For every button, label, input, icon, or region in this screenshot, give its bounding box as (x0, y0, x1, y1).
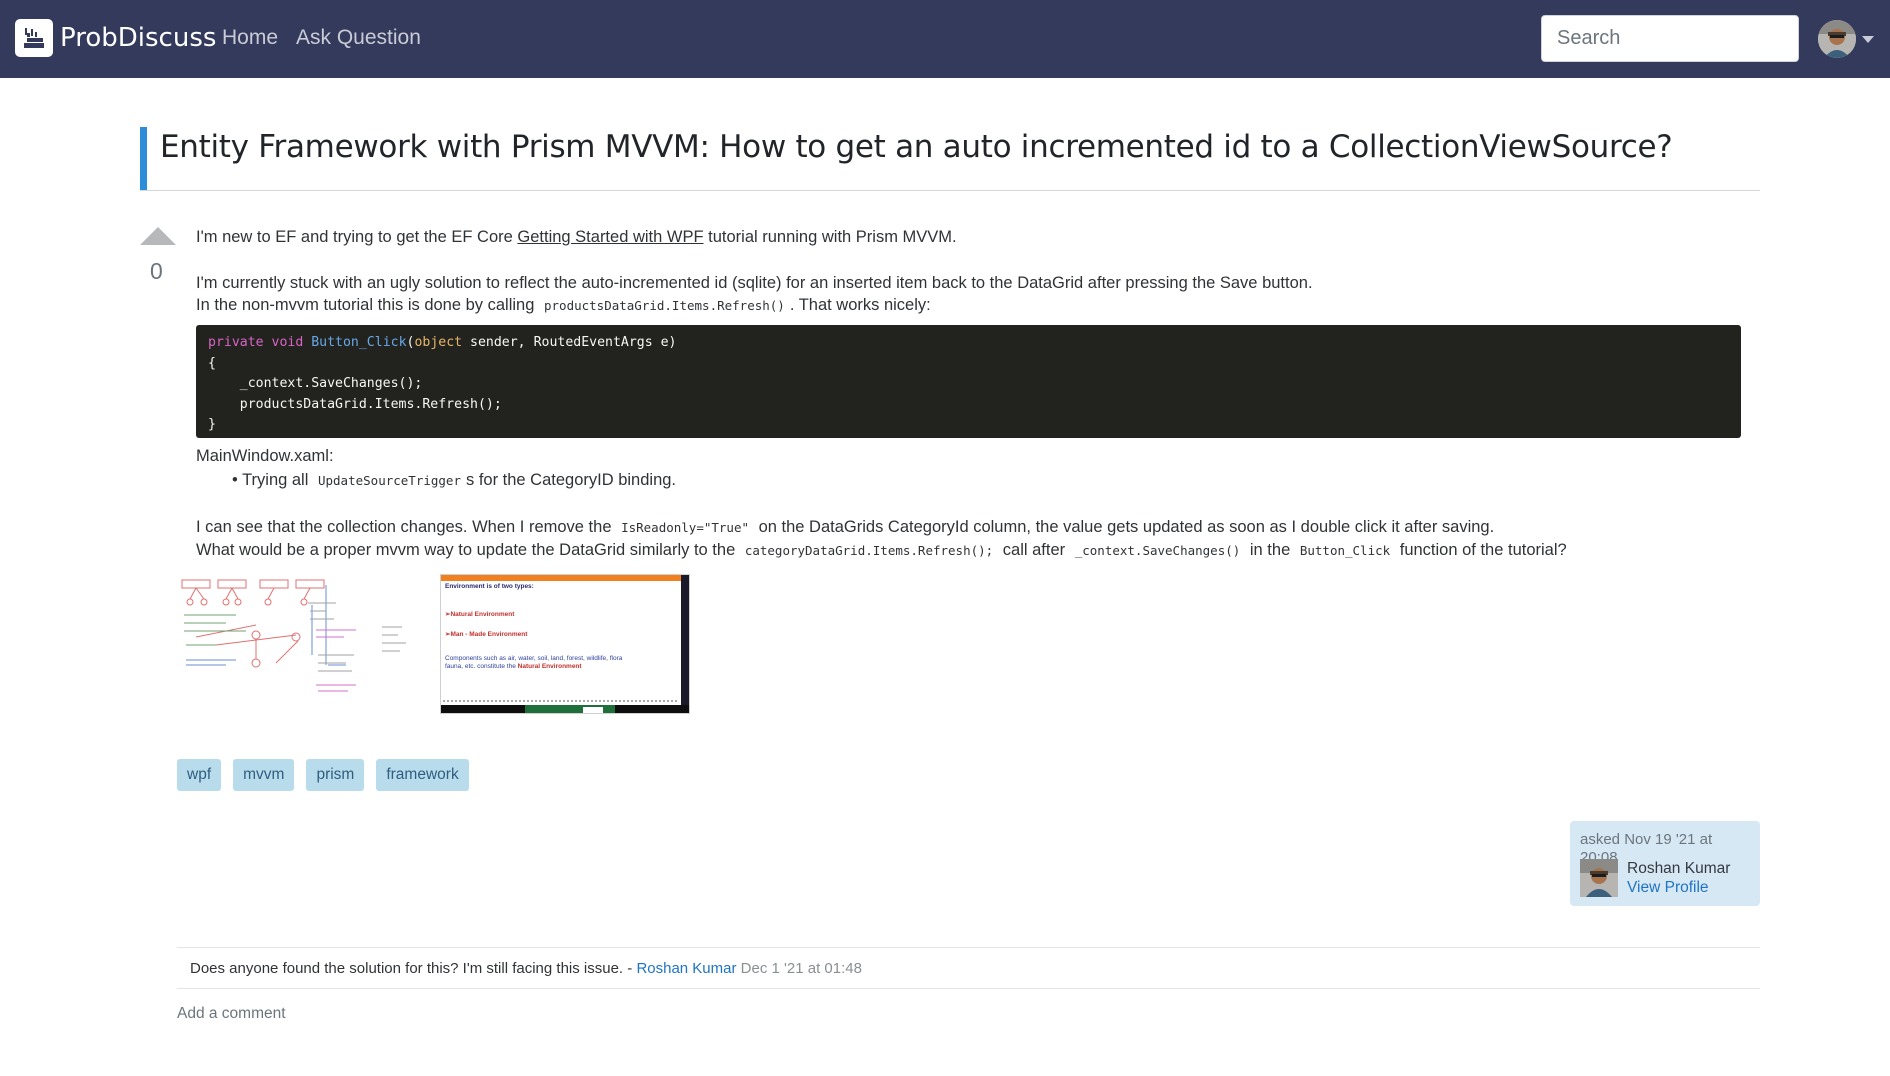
slide-item: ➢Man - Made Environment (445, 631, 528, 638)
comment-author-link[interactable]: Roshan Kumar (636, 960, 736, 977)
tag-wpf[interactable]: wpf (177, 759, 222, 791)
body-text: I can see that the collection changes. W… (196, 518, 617, 536)
slide-text: Components such as air, water, soil, lan… (445, 655, 623, 662)
comment: Does anyone found the solution for this?… (190, 960, 862, 977)
body-text: tutorial running with Prism MVVM. (703, 228, 957, 246)
search-input[interactable] (1541, 15, 1799, 62)
body-text: . That works nicely: (789, 296, 931, 314)
body-paragraph: I can see that the collection changes. W… (196, 516, 1494, 539)
question-header: Entity Framework with Prism MVVM: How to… (140, 127, 1760, 191)
inline-code: categoryDataGrid.Items.Refresh(); (744, 543, 994, 558)
divider (177, 947, 1760, 948)
top-navbar: ProbDiscuss Home Ask Question (0, 0, 1890, 78)
vote-count: 0 (150, 258, 163, 284)
brand-name: ProbDiscuss (60, 23, 217, 53)
code-text: sender, RoutedEventArgs e) (462, 335, 677, 350)
user-menu-toggle[interactable] (1818, 20, 1874, 58)
asked-user-info: Roshan Kumar View Profile (1627, 859, 1730, 897)
body-paragraph: MainWindow.xaml: (196, 447, 334, 465)
code-line: _context.SaveChanges(); (208, 376, 423, 391)
code-keyword: private void (208, 335, 304, 350)
tag-framework[interactable]: framework (376, 759, 469, 791)
add-comment-link[interactable]: Add a comment (177, 1005, 286, 1023)
body-paragraph: In the non-mvvm tutorial this is done by… (196, 294, 931, 317)
body-text: on the DataGrids CategoryId column, the … (754, 518, 1495, 536)
body-paragraph: What would be a proper mvvm way to updat… (196, 539, 1567, 562)
body-text: I'm new to EF and trying to get the EF C… (196, 228, 518, 246)
slide-heading: Environment is of two types: (445, 583, 534, 590)
page-title: Entity Framework with Prism MVVM: How to… (160, 129, 1673, 165)
code-line: productsDataGrid.Items.Refresh(); (208, 396, 502, 412)
body-paragraph: I'm new to EF and trying to get the EF C… (196, 226, 957, 248)
body-text: • Trying all (232, 471, 313, 489)
comment-timestamp: Dec 1 '21 at 01:48 (740, 960, 862, 977)
attached-slide-image[interactable]: Environment is of two types: ➢Natural En… (440, 574, 690, 714)
body-text: function of the tutorial? (1395, 541, 1567, 559)
slide-item: ➢Natural Environment (445, 611, 515, 618)
body-text: s for the CategoryID binding. (465, 471, 677, 489)
inline-code: _context.SaveChanges() (1074, 543, 1241, 558)
inline-code: Button_Click (1299, 543, 1391, 558)
slide-text: fauna, etc. constitute the Natural Envir… (445, 663, 677, 671)
nav-ask-question-link[interactable]: Ask Question (296, 26, 421, 50)
divider (140, 190, 1760, 191)
upvote-icon[interactable] (140, 227, 176, 245)
slide-text-part: fauna, etc. constitute the (445, 663, 518, 670)
body-text: In the non-mvvm tutorial this is done by… (196, 296, 539, 314)
inline-code: IsReadonly="True" (621, 520, 750, 535)
code-line: { (208, 355, 216, 371)
code-type: object (414, 335, 463, 350)
nav-home-link[interactable]: Home (222, 26, 278, 50)
slide-content: Environment is of two types: ➢Natural En… (445, 583, 677, 671)
inline-code: UpdateSourceTrigger (317, 473, 461, 488)
asked-card: asked Nov 19 '21 at 20:08 Roshan Kumar V… (1570, 821, 1760, 906)
slide-highlight: Natural Environment (517, 663, 582, 670)
user-avatar (1818, 20, 1856, 58)
list-item: • Trying all UpdateSourceTrigger s for th… (232, 469, 676, 492)
body-text: What would be a proper mvvm way to updat… (196, 541, 740, 559)
brand-logo-icon (15, 19, 53, 57)
view-profile-link[interactable]: View Profile (1627, 878, 1730, 897)
author-name: Roshan Kumar (1627, 860, 1731, 877)
body-text: in the (1245, 541, 1295, 559)
tag-list: wpf mvvm prism framework (177, 759, 469, 791)
tutorial-link[interactable]: Getting Started with WPF (517, 228, 703, 246)
divider (177, 988, 1760, 989)
chevron-down-icon (1862, 35, 1874, 43)
attached-diagram-image[interactable] (176, 575, 428, 695)
inline-code: productsDataGrid.Items.Refresh() (544, 298, 785, 313)
body-text: call after (998, 541, 1070, 559)
code-function: Button_Click (311, 335, 407, 350)
code-line: } (208, 417, 216, 432)
brand[interactable]: ProbDiscuss (15, 19, 216, 57)
body-paragraph: I'm currently stuck with an ugly solutio… (196, 274, 1313, 292)
code-block: private void Button_Click(object sender,… (196, 325, 1741, 438)
comment-text: Does anyone found the solution for this?… (190, 960, 637, 977)
asked-user: Roshan Kumar View Profile (1580, 859, 1730, 897)
author-avatar[interactable] (1580, 859, 1618, 897)
tag-prism[interactable]: prism (306, 759, 365, 791)
tag-mvvm[interactable]: mvvm (233, 759, 295, 791)
